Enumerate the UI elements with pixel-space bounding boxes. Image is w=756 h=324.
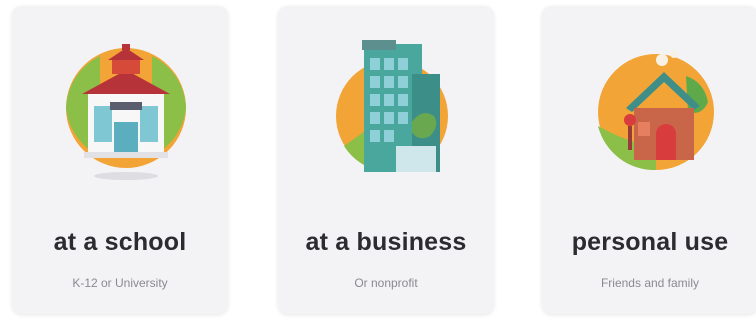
card-personal[interactable]: personal use Friends and family — [542, 6, 756, 314]
card-title: personal use — [571, 228, 729, 256]
card-business[interactable]: at a business Or nonprofit — [278, 6, 494, 314]
card-subtitle: K-12 or University — [72, 276, 168, 290]
house-icon — [598, 50, 714, 171]
card-title: at a business — [305, 228, 467, 256]
card-title: at a school — [53, 228, 187, 256]
office-building-icon — [336, 40, 448, 172]
card-school[interactable]: at a school K-12 or University — [12, 6, 228, 314]
card-subtitle: Or nonprofit — [354, 276, 418, 290]
card-subtitle: Friends and family — [600, 276, 700, 290]
school-building-icon — [66, 44, 186, 180]
use-case-cards: at a school K-12 or University at a busi… — [0, 0, 756, 324]
